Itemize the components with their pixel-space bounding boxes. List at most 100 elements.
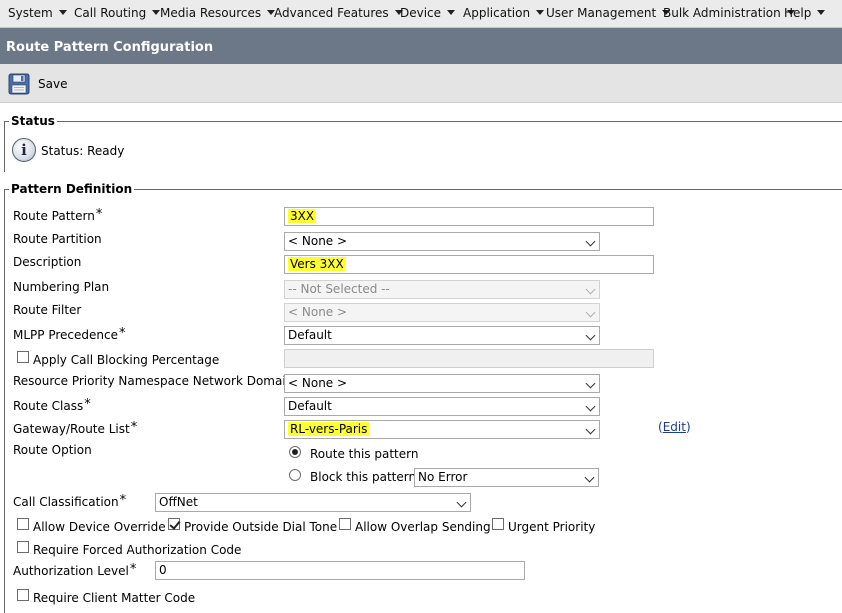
menu-user-management[interactable]: User Management [546, 6, 671, 20]
gateway-route-list-label: Gateway/Route List* [13, 420, 137, 436]
menu-label: Call Routing [74, 6, 147, 20]
chevron-down-icon [585, 401, 596, 412]
mlpp-precedence-select[interactable]: Default [284, 326, 600, 345]
chevron-down-icon [817, 10, 826, 15]
mlpp-precedence-value: Default [288, 328, 332, 342]
description-value: Vers 3XX [288, 257, 346, 271]
description-input[interactable]: Vers 3XX [284, 255, 654, 274]
gateway-edit-link[interactable]: Edit [663, 420, 686, 434]
route-pattern-label-text: Route Pattern [13, 209, 95, 223]
urgent-priority-label: Urgent Priority [508, 520, 596, 534]
chevron-down-icon [536, 10, 545, 15]
menu-system[interactable]: System [8, 6, 67, 20]
allow-overlap-sending-checkbox[interactable] [339, 518, 351, 530]
route-partition-value: < None > [288, 234, 348, 248]
menu-label: User Management [546, 6, 657, 20]
chevron-down-icon [585, 330, 596, 341]
gateway-route-list-select[interactable]: RL-vers-Paris [284, 420, 600, 439]
menu-call-routing[interactable]: Call Routing [74, 6, 161, 20]
required-marker: * [119, 493, 127, 508]
chevron-down-icon [585, 284, 596, 295]
menu-label: Application [463, 6, 531, 20]
mlpp-precedence-label-text: MLPP Precedence [13, 328, 118, 342]
require-client-matter-label: Require Client Matter Code [33, 591, 196, 605]
chevron-down-icon [585, 424, 596, 435]
required-marker: * [84, 397, 91, 412]
required-marker: * [118, 326, 126, 341]
authorization-level-input[interactable]: 0 [155, 561, 525, 580]
route-filter-select: < None > [284, 303, 600, 322]
route-pattern-value: 3XX [288, 209, 317, 223]
route-pattern-input[interactable]: 3XX [284, 207, 654, 226]
route-filter-value: < None > [288, 305, 348, 319]
description-label: Description [13, 255, 82, 269]
pattern-definition-legend: Pattern Definition [9, 182, 135, 196]
block-reason-select[interactable]: No Error [414, 468, 599, 487]
urgent-priority-checkbox[interactable] [492, 518, 504, 530]
required-marker: * [95, 207, 103, 222]
chevron-down-icon [456, 497, 467, 508]
menu-label: Bulk Administration [663, 6, 781, 20]
status-section: Status [4, 114, 842, 172]
block-this-pattern-label: Block this pattern [310, 470, 417, 484]
route-partition-select[interactable]: < None > [284, 232, 600, 251]
menu-bulk-administration[interactable]: Bulk Administration [663, 6, 795, 20]
gateway-route-list-label-text: Gateway/Route List [13, 422, 130, 436]
require-client-matter-checkbox[interactable] [17, 589, 29, 601]
resource-priority-select[interactable]: < None > [284, 374, 600, 393]
chevron-down-icon [447, 10, 456, 15]
require-forced-auth-checkbox[interactable] [17, 541, 29, 553]
route-this-pattern-radio[interactable] [289, 446, 301, 458]
page-title-bar: Route Pattern Configuration [0, 28, 842, 64]
call-classification-label-text: Call Classification [13, 495, 119, 509]
menu-application[interactable]: Application [463, 6, 545, 20]
route-pattern-label: Route Pattern* [13, 207, 102, 223]
gateway-route-list-value: RL-vers-Paris [288, 422, 370, 436]
chevron-down-icon [58, 10, 67, 15]
menu-device[interactable]: Device [400, 6, 456, 20]
numbering-plan-select: -- Not Selected -- [284, 280, 600, 299]
call-classification-select[interactable]: OffNet [155, 493, 471, 512]
route-class-select[interactable]: Default [284, 397, 600, 416]
provide-outside-dial-tone-label: Provide Outside Dial Tone [184, 520, 338, 534]
allow-device-override-label: Allow Device Override [33, 520, 166, 534]
floppy-disk-icon [8, 73, 30, 95]
menu-label: Help [784, 6, 812, 20]
info-icon: i [12, 138, 36, 162]
chevron-down-icon [584, 472, 595, 483]
authorization-level-label: Authorization Level* [13, 562, 136, 578]
provide-outside-dial-tone-checkbox[interactable] [168, 518, 180, 530]
menu-label: System [8, 6, 53, 20]
status-text: Status: Ready [41, 144, 125, 158]
menu-label: Advanced Features [274, 6, 389, 20]
main-menu-bar: System Call Routing Media Resources Adva… [0, 0, 842, 28]
allow-overlap-sending-label: Allow Overlap Sending [355, 520, 491, 534]
route-option-label: Route Option [13, 443, 92, 457]
route-filter-label: Route Filter [13, 303, 82, 317]
required-marker: * [129, 562, 137, 577]
resource-priority-label: Resource Priority Namespace Network Doma… [13, 374, 294, 388]
page-title: Route Pattern Configuration [6, 40, 214, 55]
menu-label: Media Resources [160, 6, 262, 20]
authorization-level-value: 0 [159, 563, 167, 577]
call-blocking-percentage-input [284, 349, 654, 368]
save-label: Save [38, 77, 68, 91]
call-classification-label: Call Classification* [13, 493, 126, 509]
mlpp-precedence-label: MLPP Precedence* [13, 326, 125, 342]
resource-priority-value: < None > [288, 376, 348, 390]
gateway-edit-link-wrapper: (Edit) [658, 420, 691, 434]
route-class-label-text: Route Class [13, 399, 84, 413]
authorization-level-label-text: Authorization Level [13, 564, 129, 578]
menu-media-resources[interactable]: Media Resources [160, 6, 276, 20]
toolbar: Save [0, 64, 842, 103]
apply-call-blocking-checkbox[interactable] [17, 351, 29, 363]
apply-call-blocking-label: Apply Call Blocking Percentage [33, 353, 220, 367]
chevron-down-icon [585, 307, 596, 318]
allow-device-override-checkbox[interactable] [17, 518, 29, 530]
menu-advanced-features[interactable]: Advanced Features [274, 6, 403, 20]
route-partition-label: Route Partition [13, 232, 102, 246]
route-class-value: Default [288, 399, 332, 413]
block-this-pattern-radio[interactable] [289, 469, 301, 481]
chevron-down-icon [585, 378, 596, 389]
menu-help[interactable]: Help [784, 6, 826, 20]
